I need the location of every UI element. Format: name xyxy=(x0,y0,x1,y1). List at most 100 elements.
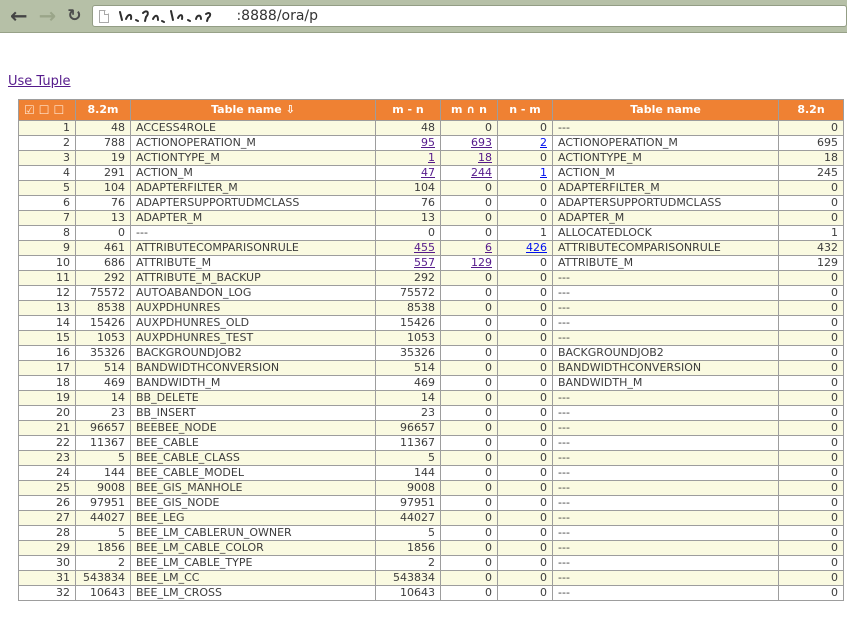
m-minus-n-cell: 543834 xyxy=(376,571,441,586)
n-count-cell: 0 xyxy=(779,541,844,556)
m-minus-n-cell: 292 xyxy=(376,271,441,286)
table-name-n-cell: --- xyxy=(553,511,779,526)
use-tuple-link[interactable]: Use Tuple xyxy=(8,74,71,89)
header-m-intersect-n[interactable]: m ∩ n xyxy=(441,100,498,121)
select-all-header[interactable]: ☑☐☐ xyxy=(19,100,76,121)
n-count-cell: 0 xyxy=(779,526,844,541)
back-icon[interactable]: ← xyxy=(10,6,28,27)
n-minus-m-cell: 2 xyxy=(498,136,553,151)
m-count-cell: 76 xyxy=(76,196,131,211)
m-count-cell: 514 xyxy=(76,361,131,376)
n-minus-m-cell: 1 xyxy=(498,166,553,181)
m-minus-n-cell: 1053 xyxy=(376,331,441,346)
m-intersect-n-link[interactable]: 18 xyxy=(478,151,492,164)
m-intersect-n-link[interactable]: 129 xyxy=(471,256,492,269)
table-name-n-cell: --- xyxy=(553,391,779,406)
n-minus-m-link[interactable]: 426 xyxy=(526,241,547,254)
table-name-m-cell: BEE_LM_CROSS xyxy=(131,586,376,601)
table-row: 1914BB_DELETE1400---0 xyxy=(19,391,844,406)
n-count-cell: 0 xyxy=(779,421,844,436)
m-minus-n-cell: 96657 xyxy=(376,421,441,436)
header-table-name-n[interactable]: Table name xyxy=(553,100,779,121)
n-count-cell: 0 xyxy=(779,571,844,586)
m-minus-n-cell: 1856 xyxy=(376,541,441,556)
table-name-m-cell: ACCESS4ROLE xyxy=(131,121,376,136)
m-count-cell: 788 xyxy=(76,136,131,151)
n-count-cell: 18 xyxy=(779,151,844,166)
checkbox-unchecked-icon[interactable]: ☐ xyxy=(54,103,66,117)
m-count-cell: 686 xyxy=(76,256,131,271)
table-name-m-cell: AUXPDHUNRES xyxy=(131,301,376,316)
address-bar[interactable]: :8888/ora/p xyxy=(92,5,847,27)
table-row: 9461ATTRIBUTECOMPARISONRULE4556426ATTRIB… xyxy=(19,241,844,256)
n-count-cell: 0 xyxy=(779,556,844,571)
m-minus-n-cell: 8538 xyxy=(376,301,441,316)
row-number-cell: 18 xyxy=(19,376,76,391)
n-count-cell: 0 xyxy=(779,286,844,301)
row-number-cell: 27 xyxy=(19,511,76,526)
n-count-cell: 0 xyxy=(779,586,844,601)
m-minus-n-link[interactable]: 95 xyxy=(421,136,435,149)
checkbox-checked-icon[interactable]: ☑ xyxy=(24,103,36,117)
sort-descending-icon[interactable]: ⇩ xyxy=(286,103,295,116)
n-minus-m-cell: 0 xyxy=(498,151,553,166)
table-name-n-cell: --- xyxy=(553,331,779,346)
table-name-m-cell: BEEBEE_NODE xyxy=(131,421,376,436)
table-name-m-cell: BB_INSERT xyxy=(131,406,376,421)
header-n-minus-m[interactable]: n - m xyxy=(498,100,553,121)
table-name-n-cell: BANDWIDTHCONVERSION xyxy=(553,361,779,376)
table-row: 80---001ALLOCATEDLOCK1 xyxy=(19,226,844,241)
n-minus-m-cell: 0 xyxy=(498,316,553,331)
reload-icon[interactable]: ↻ xyxy=(67,8,81,25)
table-name-m-cell: AUXPDHUNRES_TEST xyxy=(131,331,376,346)
m-intersect-n-cell: 244 xyxy=(441,166,498,181)
forward-icon[interactable]: → xyxy=(39,6,57,27)
n-count-cell: 0 xyxy=(779,316,844,331)
n-minus-m-cell: 0 xyxy=(498,211,553,226)
n-minus-m-cell: 0 xyxy=(498,181,553,196)
m-intersect-n-cell: 6 xyxy=(441,241,498,256)
checkbox-unchecked-icon[interactable]: ☐ xyxy=(39,103,51,117)
n-count-cell: 0 xyxy=(779,391,844,406)
m-minus-n-link[interactable]: 1 xyxy=(428,151,435,164)
m-minus-n-cell: 75572 xyxy=(376,286,441,301)
m-minus-n-link[interactable]: 47 xyxy=(421,166,435,179)
table-name-n-cell: --- xyxy=(553,466,779,481)
m-count-cell: 19 xyxy=(76,151,131,166)
table-name-m-cell: BEE_CABLE_CLASS xyxy=(131,451,376,466)
table-name-m-cell: BEE_LEG xyxy=(131,511,376,526)
m-intersect-n-link[interactable]: 244 xyxy=(471,166,492,179)
m-count-cell: 10643 xyxy=(76,586,131,601)
n-minus-m-link[interactable]: 2 xyxy=(540,136,547,149)
header-82m[interactable]: 8.2m xyxy=(76,100,131,121)
row-number-cell: 31 xyxy=(19,571,76,586)
n-count-cell: 0 xyxy=(779,481,844,496)
n-minus-m-link[interactable]: 1 xyxy=(540,166,547,179)
row-number-cell: 17 xyxy=(19,361,76,376)
header-table-name-m[interactable]: Table name⇩ xyxy=(131,100,376,121)
header-82n[interactable]: 8.2n xyxy=(779,100,844,121)
table-name-n-cell: --- xyxy=(553,586,779,601)
table-name-n-cell: --- xyxy=(553,556,779,571)
m-minus-n-cell: 557 xyxy=(376,256,441,271)
m-minus-n-link[interactable]: 557 xyxy=(414,256,435,269)
n-minus-m-cell: 0 xyxy=(498,196,553,211)
table-name-m-cell: ACTIONTYPE_M xyxy=(131,151,376,166)
row-number-cell: 11 xyxy=(19,271,76,286)
m-intersect-n-link[interactable]: 6 xyxy=(485,241,492,254)
table-name-n-cell: ADAPTERSUPPORTUDMCLASS xyxy=(553,196,779,211)
table-name-n-cell: --- xyxy=(553,481,779,496)
table-name-m-cell: ADAPTERSUPPORTUDMCLASS xyxy=(131,196,376,211)
table-row: 2023BB_INSERT2300---0 xyxy=(19,406,844,421)
m-intersect-n-cell: 0 xyxy=(441,391,498,406)
row-number-cell: 29 xyxy=(19,541,76,556)
n-count-cell: 0 xyxy=(779,511,844,526)
header-m-minus-n[interactable]: m - n xyxy=(376,100,441,121)
n-minus-m-cell: 0 xyxy=(498,466,553,481)
m-minus-n-cell: 48 xyxy=(376,121,441,136)
m-intersect-n-link[interactable]: 693 xyxy=(471,136,492,149)
m-minus-n-link[interactable]: 455 xyxy=(414,241,435,254)
n-count-cell: 0 xyxy=(779,271,844,286)
table-name-m-cell: ATTRIBUTE_M_BACKUP xyxy=(131,271,376,286)
m-count-cell: 1856 xyxy=(76,541,131,556)
